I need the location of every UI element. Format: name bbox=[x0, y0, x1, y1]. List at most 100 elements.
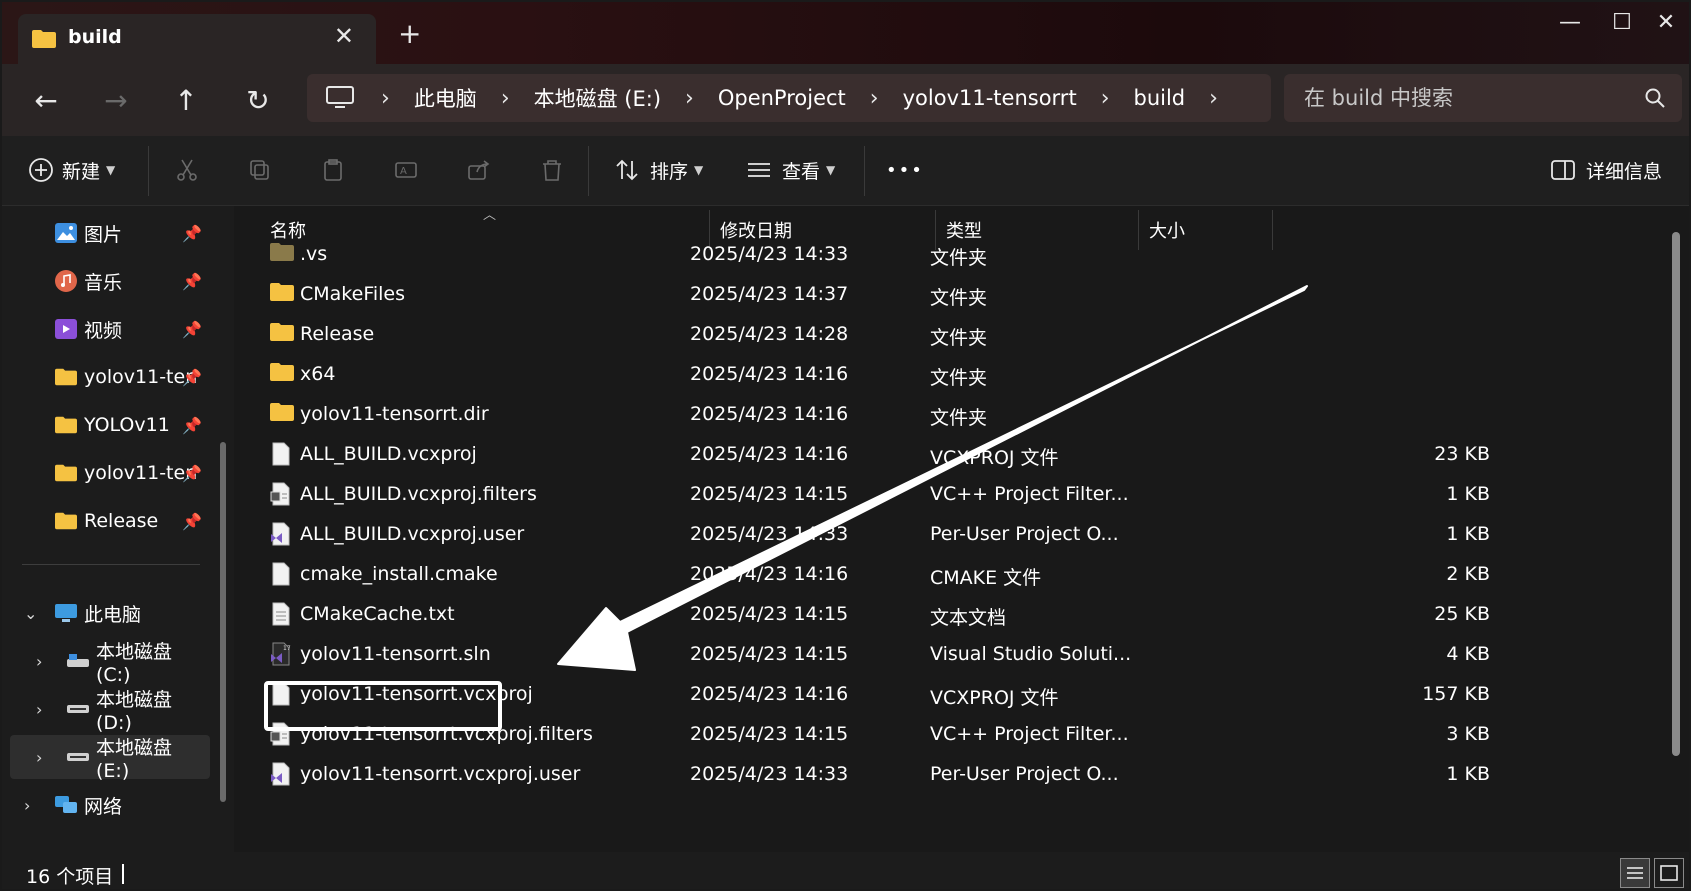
file-type: CMAKE 文件 bbox=[930, 567, 1042, 589]
rename-button[interactable]: A bbox=[391, 150, 421, 190]
refresh-icon[interactable]: ↻ bbox=[236, 78, 280, 122]
file-row[interactable]: CMakeFiles 2025/4/23 14:37 文件夹 bbox=[260, 274, 1520, 316]
pin-icon[interactable]: 📌 bbox=[182, 512, 202, 531]
pin-icon[interactable]: 📌 bbox=[182, 464, 202, 483]
plus-circle-icon bbox=[26, 155, 56, 185]
sidebar-item-drive-c[interactable]: › 本地磁盘 (C:) bbox=[10, 639, 210, 686]
forward-icon[interactable]: → bbox=[94, 78, 138, 122]
search-input[interactable] bbox=[1304, 83, 1624, 113]
file-name[interactable]: ALL_BUILD.vcxproj bbox=[300, 443, 477, 465]
sidebar-item-this-pc[interactable]: ⌄ 此电脑 bbox=[10, 591, 210, 635]
pin-icon[interactable]: 📌 bbox=[182, 416, 202, 435]
file-name[interactable]: x64 bbox=[300, 363, 335, 385]
breadcrumb-separator[interactable]: › bbox=[485, 86, 526, 111]
tab-build[interactable]: build ✕ bbox=[18, 14, 376, 66]
paste-button[interactable] bbox=[318, 150, 348, 190]
file-row[interactable]: 17 yolov11-tensorrt.sln 2025/4/23 14:15 Vis… bbox=[260, 634, 1520, 676]
file-modified-date: 2025/4/23 14:16 bbox=[690, 443, 849, 465]
pin-icon[interactable]: 📌 bbox=[182, 320, 202, 339]
file-row[interactable]: CMakeCache.txt 2025/4/23 14:15 文本文档 25 KB bbox=[260, 594, 1520, 636]
file-row[interactable]: ALL_BUILD.vcxproj.filters 2025/4/23 14:15… bbox=[260, 474, 1520, 516]
sort-button[interactable]: 排序 ▼ bbox=[612, 150, 703, 190]
file-list-scrollbar[interactable] bbox=[1672, 232, 1680, 756]
breadcrumb-separator[interactable]: › bbox=[854, 86, 895, 111]
breadcrumb-openproject[interactable]: OpenProject bbox=[710, 86, 854, 110]
sidebar-item-yolov11[interactable]: YOLOv11 📌 bbox=[10, 403, 210, 447]
minimize-icon[interactable]: — bbox=[1550, 10, 1590, 35]
file-row[interactable]: ALL_BUILD.vcxproj.user 2025/4/23 14:33 Per… bbox=[260, 514, 1520, 556]
pin-icon[interactable]: 📌 bbox=[182, 224, 202, 243]
sidebar-item-videos[interactable]: 视频 📌 bbox=[10, 307, 210, 351]
sidebar-item-label: 此电脑 bbox=[84, 603, 142, 626]
file-name[interactable]: cmake_install.cmake bbox=[300, 563, 498, 585]
copy-button[interactable] bbox=[245, 150, 275, 190]
file-name[interactable]: yolov11-tensorrt.sln bbox=[300, 643, 491, 665]
file-row[interactable]: Release 2025/4/23 14:28 文件夹 bbox=[260, 314, 1520, 356]
file-row[interactable]: x64 2025/4/23 14:16 文件夹 bbox=[260, 354, 1520, 396]
close-window-icon[interactable]: ✕ bbox=[1646, 10, 1686, 35]
sidebar-item-drive-e[interactable]: › 本地磁盘 (E:) bbox=[10, 735, 210, 782]
file-name[interactable]: .vs bbox=[300, 243, 327, 265]
delete-button[interactable] bbox=[537, 150, 567, 190]
file-name[interactable]: CMakeCache.txt bbox=[300, 603, 455, 625]
file-name[interactable]: yolov11-tensorrt.vcxproj.user bbox=[300, 763, 580, 785]
view-button[interactable]: 查看 ▼ bbox=[744, 150, 835, 190]
breadcrumb-build[interactable]: build bbox=[1126, 86, 1194, 110]
tiles-view-button[interactable] bbox=[1654, 858, 1684, 888]
sidebar-item-release[interactable]: Release 📌 bbox=[10, 499, 210, 543]
file-name[interactable]: ALL_BUILD.vcxproj.filters bbox=[300, 483, 537, 505]
cut-button[interactable] bbox=[172, 150, 202, 190]
search-icon[interactable] bbox=[1644, 87, 1666, 109]
sidebar-item-pictures[interactable]: 图片 📌 bbox=[10, 211, 210, 255]
sidebar-item-drive-d[interactable]: › 本地磁盘 (D:) bbox=[10, 687, 210, 734]
file-row[interactable]: yolov11-tensorrt.dir 2025/4/23 14:16 文件夹 bbox=[260, 394, 1520, 436]
folder-icon bbox=[270, 322, 294, 346]
new-button[interactable]: 新建 ▼ bbox=[26, 150, 115, 190]
sidebar-scrollbar[interactable] bbox=[220, 442, 226, 802]
up-icon[interactable]: ↑ bbox=[164, 78, 208, 122]
sidebar-item-network[interactable]: › 网络 bbox=[10, 783, 210, 827]
address-bar[interactable]: › 此电脑 › 本地磁盘 (E:) › OpenProject › yolov1… bbox=[307, 74, 1271, 122]
pin-icon[interactable]: 📌 bbox=[182, 272, 202, 291]
search-box[interactable] bbox=[1284, 74, 1682, 122]
chevron-right-icon[interactable]: › bbox=[24, 796, 30, 815]
details-pane-button[interactable]: 详细信息 bbox=[1548, 150, 1662, 190]
breadcrumb-separator[interactable]: › bbox=[669, 86, 710, 111]
breadcrumb-yolov11-tensorrt[interactable]: yolov11-tensorrt bbox=[895, 86, 1085, 110]
sidebar-item-music[interactable]: 音乐 📌 bbox=[10, 259, 210, 303]
file-modified-date: 2025/4/23 14:16 bbox=[690, 363, 849, 385]
file-name[interactable]: yolov11-tensorrt.dir bbox=[300, 403, 489, 425]
sidebar-item-label: yolov11-ten bbox=[84, 462, 198, 484]
pin-icon[interactable]: 📌 bbox=[182, 368, 202, 387]
breadcrumb-this-pc[interactable]: 此电脑 bbox=[406, 83, 485, 113]
tab-close-icon[interactable]: ✕ bbox=[334, 22, 354, 50]
file-name[interactable]: CMakeFiles bbox=[300, 283, 405, 305]
file-row[interactable]: .vs 2025/4/23 14:33 文件夹 bbox=[260, 234, 1520, 276]
chevron-right-icon[interactable]: › bbox=[36, 748, 42, 767]
breadcrumb-drive-e[interactable]: 本地磁盘 (E:) bbox=[526, 83, 669, 113]
folder-icon bbox=[270, 242, 294, 266]
chevron-down-icon[interactable]: ⌄ bbox=[24, 604, 37, 623]
file-row[interactable]: cmake_install.cmake 2025/4/23 14:16 CMAKE … bbox=[260, 554, 1520, 596]
breadcrumb-separator[interactable]: › bbox=[1193, 86, 1234, 111]
file-row[interactable]: ALL_BUILD.vcxproj 2025/4/23 14:16 VCXPROJ … bbox=[260, 434, 1520, 476]
sidebar-item-yolov11-ten[interactable]: yolov11-ten 📌 bbox=[10, 355, 210, 399]
maximize-icon[interactable]: ☐ bbox=[1602, 10, 1642, 35]
share-button[interactable] bbox=[464, 150, 494, 190]
details-view-button[interactable] bbox=[1620, 858, 1650, 888]
file-name[interactable]: ALL_BUILD.vcxproj.user bbox=[300, 523, 524, 545]
new-tab-icon[interactable]: + bbox=[398, 20, 421, 48]
more-options-icon[interactable]: ••• bbox=[886, 150, 924, 190]
status-bar: 16 个项目 bbox=[2, 852, 1689, 889]
chevron-right-icon[interactable]: › bbox=[36, 652, 42, 671]
file-icon bbox=[270, 442, 294, 466]
chevron-right-icon[interactable]: › bbox=[36, 700, 42, 719]
sidebar-item-yolov11-ten-2[interactable]: yolov11-ten 📌 bbox=[10, 451, 210, 495]
file-name[interactable]: Release bbox=[300, 323, 374, 345]
file-modified-date: 2025/4/23 14:33 bbox=[690, 243, 849, 265]
filters-file-icon bbox=[270, 482, 294, 506]
file-row[interactable]: yolov11-tensorrt.vcxproj.user 2025/4/23 1… bbox=[260, 754, 1520, 796]
back-icon[interactable]: ← bbox=[24, 78, 68, 122]
folder-icon bbox=[270, 362, 294, 386]
breadcrumb-separator[interactable]: › bbox=[1085, 86, 1126, 111]
